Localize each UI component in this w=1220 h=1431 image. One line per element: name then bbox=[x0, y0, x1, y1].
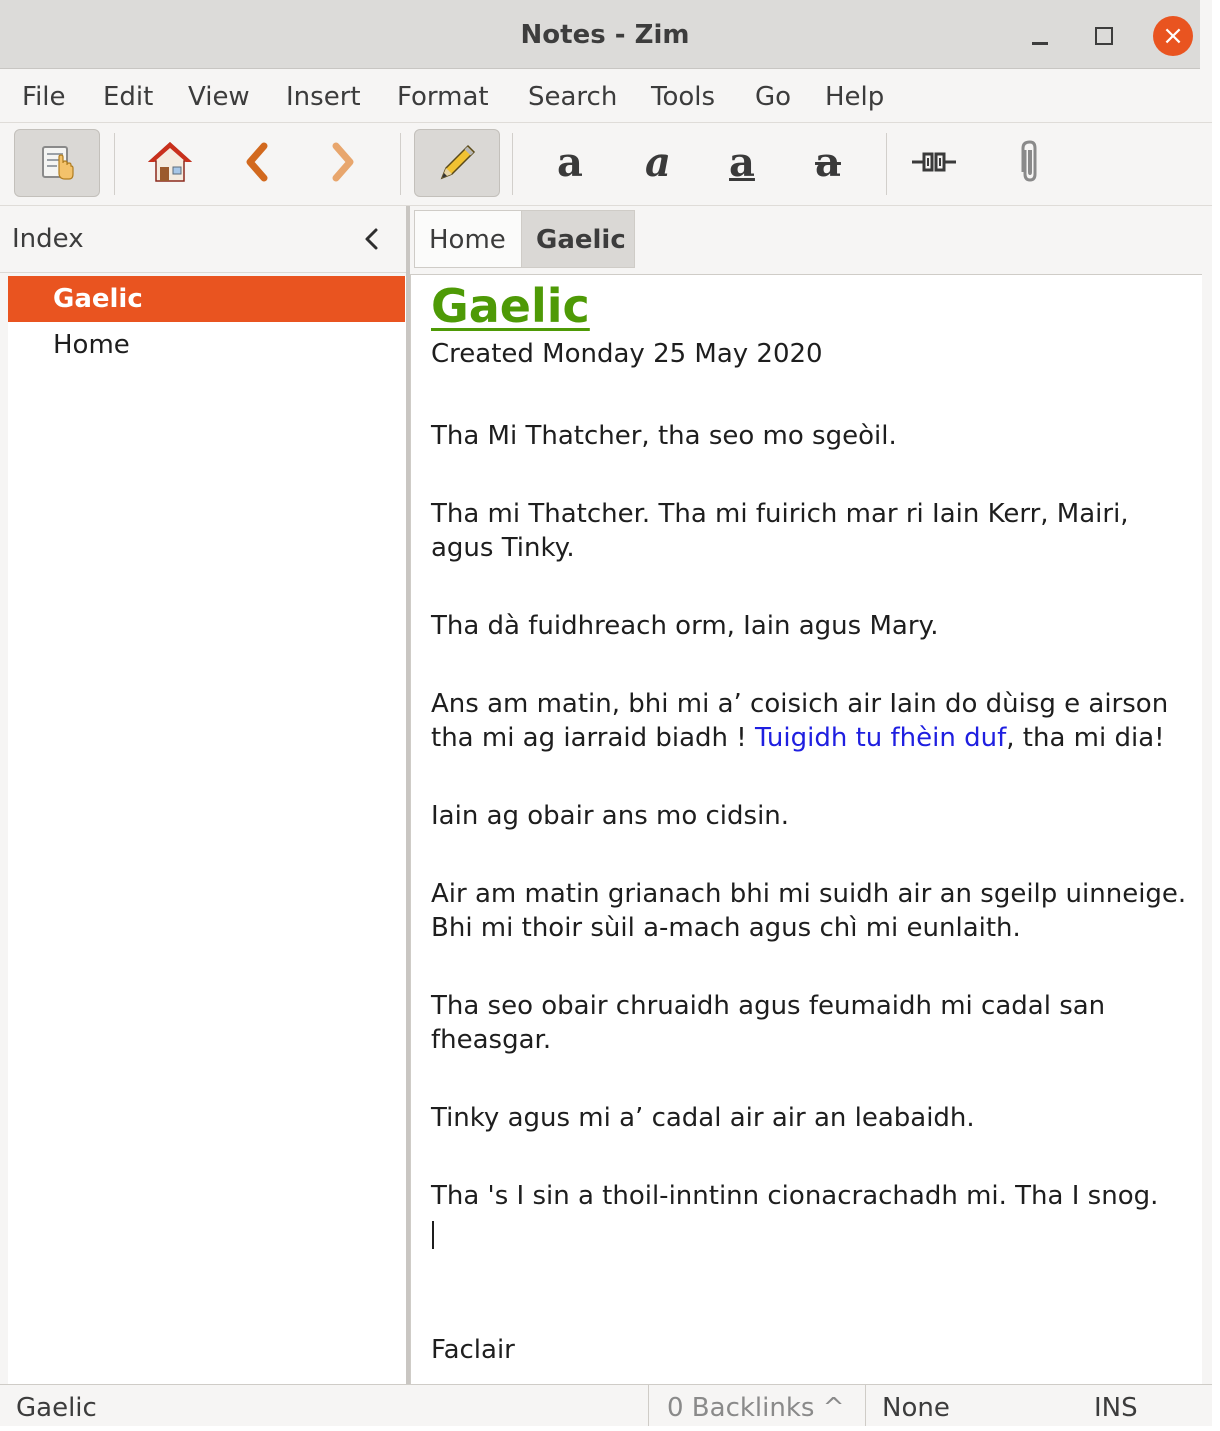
status-insert-mode: INS bbox=[1094, 1393, 1138, 1423]
close-button[interactable]: × bbox=[1153, 16, 1193, 56]
chevron-left-icon bbox=[365, 228, 378, 250]
menu-help[interactable]: Help bbox=[825, 70, 884, 122]
link-icon bbox=[912, 152, 956, 172]
paragraph: Tinky agus mi a’ cadal air air an leabai… bbox=[431, 1103, 975, 1133]
index-toggle-button[interactable] bbox=[14, 129, 100, 197]
insert-link-button[interactable] bbox=[892, 129, 976, 195]
paragraph: Faclair bbox=[431, 1335, 515, 1365]
bold-icon: a bbox=[557, 138, 583, 186]
menu-edit[interactable]: Edit bbox=[103, 70, 153, 122]
paragraph: Tha mi Thatcher. Tha mi fuirich mar ri I… bbox=[431, 499, 1129, 563]
paragraph: Air am matin grianach bhi mi suidh air a… bbox=[431, 879, 1187, 943]
toolbar-separator bbox=[512, 133, 513, 195]
back-button[interactable] bbox=[214, 129, 298, 195]
toolbar-separator bbox=[886, 133, 887, 195]
minimize-button[interactable] bbox=[1022, 18, 1058, 54]
index-item-gaelic[interactable]: Gaelic bbox=[8, 276, 405, 322]
menu-format[interactable]: Format bbox=[397, 70, 489, 122]
menu-go[interactable]: Go bbox=[755, 70, 791, 122]
back-icon bbox=[246, 142, 268, 182]
collapse-index-button[interactable] bbox=[356, 222, 386, 256]
forward-button[interactable] bbox=[302, 129, 386, 195]
attach-file-button[interactable] bbox=[988, 129, 1072, 195]
status-bar: Gaelic 0 Backlinks ^ None INS bbox=[0, 1384, 1212, 1426]
menu-bar: File Edit View Insert Format Search Tool… bbox=[0, 70, 1212, 123]
page-editor[interactable]: Gaelic Created Monday 25 May 2020 Tha Mi… bbox=[410, 274, 1204, 1386]
pathbar: Home Gaelic bbox=[410, 206, 1212, 272]
index-title: Index bbox=[12, 224, 84, 254]
index-item-label: Home bbox=[53, 330, 130, 360]
index-pane: Index Gaelic Home bbox=[0, 206, 406, 1384]
menu-view[interactable]: View bbox=[188, 70, 250, 122]
zim-window: Notes - Zim × File Edit View Insert Form… bbox=[0, 0, 1220, 1426]
strikethrough-button[interactable]: a bbox=[786, 129, 870, 195]
text-cursor bbox=[432, 1221, 434, 1249]
menu-insert[interactable]: Insert bbox=[286, 70, 361, 122]
editor-scrollbar[interactable] bbox=[1202, 274, 1212, 1384]
menu-file[interactable]: File bbox=[22, 70, 66, 122]
crumb-gaelic[interactable]: Gaelic bbox=[521, 210, 635, 268]
index-toggle-icon bbox=[42, 146, 74, 180]
paragraph: Iain ag obair ans mo cidsin. bbox=[431, 801, 790, 831]
paragraph-text: , tha mi dia! bbox=[1006, 723, 1165, 753]
paragraph: Tha seo obair chruaidh agus feumaidh mi … bbox=[431, 991, 1106, 1055]
created-date: Created Monday 25 May 2020 bbox=[431, 339, 823, 369]
window-edge bbox=[1212, 0, 1220, 1425]
menu-search[interactable]: Search bbox=[528, 70, 617, 122]
maximize-button[interactable] bbox=[1086, 18, 1122, 54]
crumb-home[interactable]: Home bbox=[414, 210, 522, 268]
status-page-name: Gaelic bbox=[16, 1393, 97, 1423]
index-item-home[interactable]: Home bbox=[8, 322, 405, 368]
toolbar: a a a a bbox=[0, 123, 1212, 206]
backlinks-button[interactable]: 0 Backlinks ^ bbox=[648, 1385, 866, 1426]
home-icon bbox=[148, 141, 192, 182]
italic-button[interactable]: a bbox=[616, 129, 700, 195]
underline-button[interactable]: a bbox=[700, 129, 784, 195]
bold-button[interactable]: a bbox=[528, 129, 612, 195]
paragraph: Tha Mi Thatcher, tha seo mo sgeòil. bbox=[431, 421, 897, 451]
close-icon: × bbox=[1162, 21, 1184, 51]
status-style[interactable]: None bbox=[882, 1385, 950, 1431]
index-tree: Gaelic Home bbox=[8, 276, 406, 1384]
page-heading: Gaelic bbox=[431, 279, 590, 333]
paragraph: Tha 's I sin a thoil-inntinn cionacracha… bbox=[431, 1181, 1159, 1211]
forward-icon bbox=[332, 142, 354, 182]
index-item-label: Gaelic bbox=[53, 284, 143, 314]
underline-icon: a bbox=[729, 138, 755, 186]
strikethrough-icon: a bbox=[815, 138, 841, 186]
edit-toggle-button[interactable] bbox=[414, 129, 500, 197]
title-bar: Notes - Zim × bbox=[0, 0, 1200, 69]
attach-icon bbox=[1021, 140, 1037, 182]
page-link[interactable]: Tuigidh tu fhèin duf bbox=[755, 723, 1006, 753]
maximize-icon bbox=[1095, 27, 1113, 45]
toolbar-separator bbox=[114, 133, 115, 195]
minimize-icon bbox=[1032, 41, 1048, 45]
index-header: Index bbox=[0, 206, 406, 273]
menu-tools[interactable]: Tools bbox=[651, 70, 715, 122]
edit-pencil-icon bbox=[440, 144, 476, 180]
italic-icon: a bbox=[645, 138, 671, 186]
toolbar-separator bbox=[400, 133, 401, 195]
home-button[interactable] bbox=[128, 129, 212, 195]
paragraph: Tha dà fuidhreach orm, Iain agus Mary. bbox=[431, 611, 939, 641]
paragraph: Ans am matin, bhi mi a’ coisich air Iain… bbox=[431, 687, 1191, 755]
